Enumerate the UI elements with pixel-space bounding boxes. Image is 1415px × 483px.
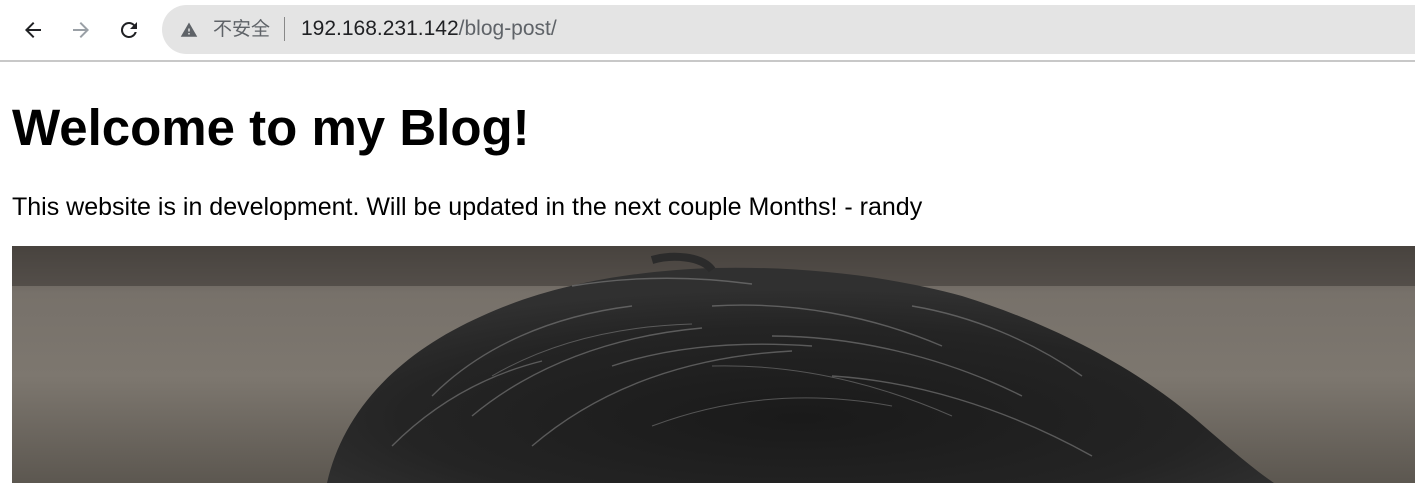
reload-button[interactable] <box>109 11 149 49</box>
address-bar[interactable]: 不安全 192.168.231.142/blog-post/ <box>162 5 1415 54</box>
url-path: /blog-post/ <box>458 17 557 40</box>
reload-icon <box>120 21 137 38</box>
browser-toolbar: 不安全 192.168.231.142/blog-post/ <box>0 0 1415 60</box>
arrow-right-icon <box>73 22 89 38</box>
page-title: Welcome to my Blog! <box>12 99 530 156</box>
back-button[interactable] <box>13 11 53 49</box>
intro-paragraph: This website is in development. Will be … <box>12 193 923 221</box>
blog-photo <box>12 246 1415 483</box>
address-separator <box>284 17 285 41</box>
url-host: 192.168.231.142 <box>301 17 459 40</box>
forward-button[interactable] <box>61 11 101 49</box>
arrow-left-icon <box>25 22 41 38</box>
photo-hair-illustration <box>12 246 1415 483</box>
page-content: Welcome to my Blog! This website is in d… <box>0 62 1415 483</box>
url-text[interactable]: 192.168.231.142/blog-post/ <box>301 16 557 42</box>
warning-icon[interactable] <box>180 21 198 39</box>
security-status-label[interactable]: 不安全 <box>213 17 270 41</box>
